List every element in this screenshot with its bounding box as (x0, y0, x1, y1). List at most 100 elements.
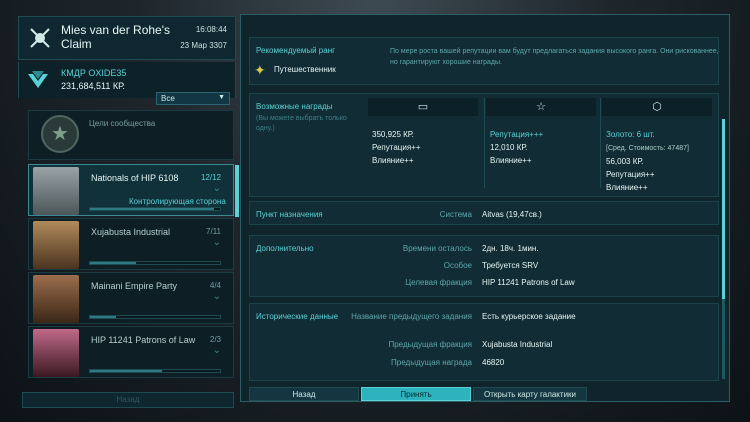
station-name: Mies van der Rohe's Claim (61, 23, 171, 51)
reward-line: Влияние++ (606, 183, 648, 192)
station-date: 23 Мар 3307 (180, 41, 227, 50)
chevron-down-icon: ⌄ (212, 237, 221, 248)
reputation-bar (89, 369, 221, 373)
chevron-down-icon: ⌄ (212, 345, 221, 356)
rank-name: Путешественник (274, 65, 336, 74)
action-buttons: Назад Принять Открыть карту галактики (249, 387, 723, 401)
reputation-bar (89, 261, 221, 265)
reputation-bar-fill (90, 316, 116, 318)
recommended-rank-section: Рекомендуемый ранг ✦ Путешественник По м… (249, 37, 719, 85)
row-key: Название предыдущего задания (351, 312, 472, 321)
destination-key: Система (439, 210, 472, 219)
station-icon (30, 28, 50, 48)
faction-list: ★ Цели сообщества Nationals of HIP 6108 … (28, 110, 239, 400)
faction-portrait-avatar (33, 329, 79, 377)
row-value: 46820 (482, 358, 505, 367)
row-value: Требуется SRV (482, 261, 539, 270)
faction-mission-count: 12/12 (200, 173, 221, 182)
faction-name: Mainani Empire Party (91, 281, 178, 291)
faction-item[interactable]: Nationals of HIP 6108 12/12 ⌄ Контролиру… (28, 164, 239, 217)
accept-button[interactable]: Принять (361, 387, 471, 401)
reward-line: 350,925 КР. (372, 130, 414, 139)
scrollbar-thumb[interactable] (722, 119, 725, 299)
chevron-down-icon: ⌄ (212, 183, 221, 194)
section-title: Рекомендуемый ранг (256, 46, 336, 55)
row-key: Предыдущая фракция (388, 340, 472, 349)
rank-badge-icon: ✦ (254, 62, 266, 78)
faction-item[interactable]: Xujabusta Industrial 7/11 ⌄ (28, 218, 234, 270)
mission-detail-panel: Рекомендуемый ранг ✦ Путешественник По м… (240, 14, 730, 402)
faction-portrait-avatar (33, 167, 79, 215)
reward-line: [Сред. Стоимость: 47487] (606, 141, 689, 155)
reward-line: Репутация++ (372, 143, 421, 152)
reputation-bar (89, 315, 221, 319)
community-goals-emblem-icon: ★ (41, 115, 79, 153)
reputation-bar-fill (90, 262, 136, 264)
faction-portrait-avatar (33, 221, 79, 269)
row-key: Особое (443, 261, 472, 270)
reward-option-1[interactable]: ▭ 350,925 КР. Репутация++ Влияние++ (368, 98, 478, 198)
reward-line: Влияние++ (490, 156, 532, 165)
commander-name: КМДР OXIDE35 (61, 68, 127, 78)
section-title: Дополнительно (256, 244, 314, 253)
history-section: Исторические данные Название предыдущего… (249, 303, 719, 381)
credits-icon: ▭ (368, 98, 478, 116)
filter-value: Все (161, 94, 175, 103)
rewards-section: Возможные награды (Вы можете выбрать тол… (249, 93, 719, 197)
row-value: 2дн. 18ч. 1мин. (482, 244, 539, 253)
left-back-button[interactable]: Назад (22, 392, 234, 408)
faction-portrait-avatar (33, 275, 79, 323)
rewards-subtitle: (Вы можете выбрать только одну.) (256, 115, 347, 132)
back-button[interactable]: Назад (249, 387, 359, 401)
additional-section: Дополнительно Времени осталось 2дн. 18ч.… (249, 235, 719, 297)
reputation-bar (89, 207, 221, 211)
left-column: Mies van der Rohe's Claim 16:08:44 23 Ма… (14, 10, 239, 410)
reputation-bar-fill (90, 370, 162, 372)
row-value: HIP 11241 Patrons of Law (482, 278, 575, 287)
rank-description: По мере роста вашей репутации вам будут … (390, 48, 719, 66)
reward-line: Репутация+++ (490, 130, 544, 139)
faction-name: Xujabusta Industrial (91, 227, 171, 237)
commander-credits: 231,684,511 КР. (61, 81, 125, 91)
chevron-down-icon: ⌄ (212, 291, 221, 302)
faction-name: HIP 11241 Patrons of Law (91, 335, 196, 345)
divider (484, 98, 485, 188)
row-key: Времени осталось (402, 244, 472, 253)
station-time: 16:08:44 (195, 25, 227, 34)
star-icon: ☆ (486, 98, 596, 116)
reward-note: [Сред. Стоимость: 47487] (606, 145, 689, 152)
controlling-faction-label: Контролирующая сторона (129, 197, 226, 206)
faction-item[interactable]: Mainani Empire Party 4/4 ⌄ (28, 272, 234, 324)
community-goals-label: Цели сообщества (89, 119, 156, 128)
reward-option-3[interactable]: ⬡ Золото: 6 шт. [Сред. Стоимость: 47487]… (602, 98, 712, 198)
row-value: Xujabusta Industrial (482, 340, 553, 349)
destination-value: Aitvas (19,47св.) (482, 210, 542, 219)
reward-line: Золото: 6 шт. (606, 130, 655, 139)
divider (600, 98, 601, 188)
row-key: Целевая фракция (405, 278, 472, 287)
chevron-down-icon: ▼ (218, 94, 225, 101)
panel-scrollbar[interactable] (722, 119, 725, 379)
commander-rank-icon (28, 71, 48, 88)
section-title: Возможные награды (256, 102, 333, 111)
faction-name: Nationals of HIP 6108 (91, 173, 179, 183)
reward-line: Репутация++ (606, 170, 655, 179)
faction-mission-count: 7/11 (206, 227, 221, 236)
open-galaxy-map-button[interactable]: Открыть карту галактики (473, 387, 587, 401)
faction-filter-select[interactable]: Все ▼ (156, 92, 230, 105)
row-value: Есть курьерское задание (482, 312, 576, 321)
community-goals-item[interactable]: ★ Цели сообщества (28, 110, 234, 160)
row-key: Предыдущая награда (391, 358, 472, 367)
reward-line: Влияние++ (372, 156, 414, 165)
station-header: Mies van der Rohe's Claim 16:08:44 23 Ма… (18, 16, 236, 60)
selected-accent (235, 165, 239, 217)
faction-item[interactable]: HIP 11241 Patrons of Law 2/3 ⌄ (28, 326, 234, 378)
faction-mission-count: 4/4 (209, 281, 221, 290)
reward-line: 56,003 КР. (606, 157, 644, 166)
reward-line: 12,010 КР. (490, 143, 528, 152)
commodity-icon: ⬡ (602, 98, 712, 116)
reward-option-2[interactable]: ☆ Репутация+++ 12,010 КР. Влияние++ (486, 98, 596, 198)
destination-section: Пункт назначения Система Aitvas (19,47св… (249, 201, 719, 225)
faction-mission-count: 2/3 (209, 335, 221, 344)
reputation-bar-fill (90, 208, 214, 210)
